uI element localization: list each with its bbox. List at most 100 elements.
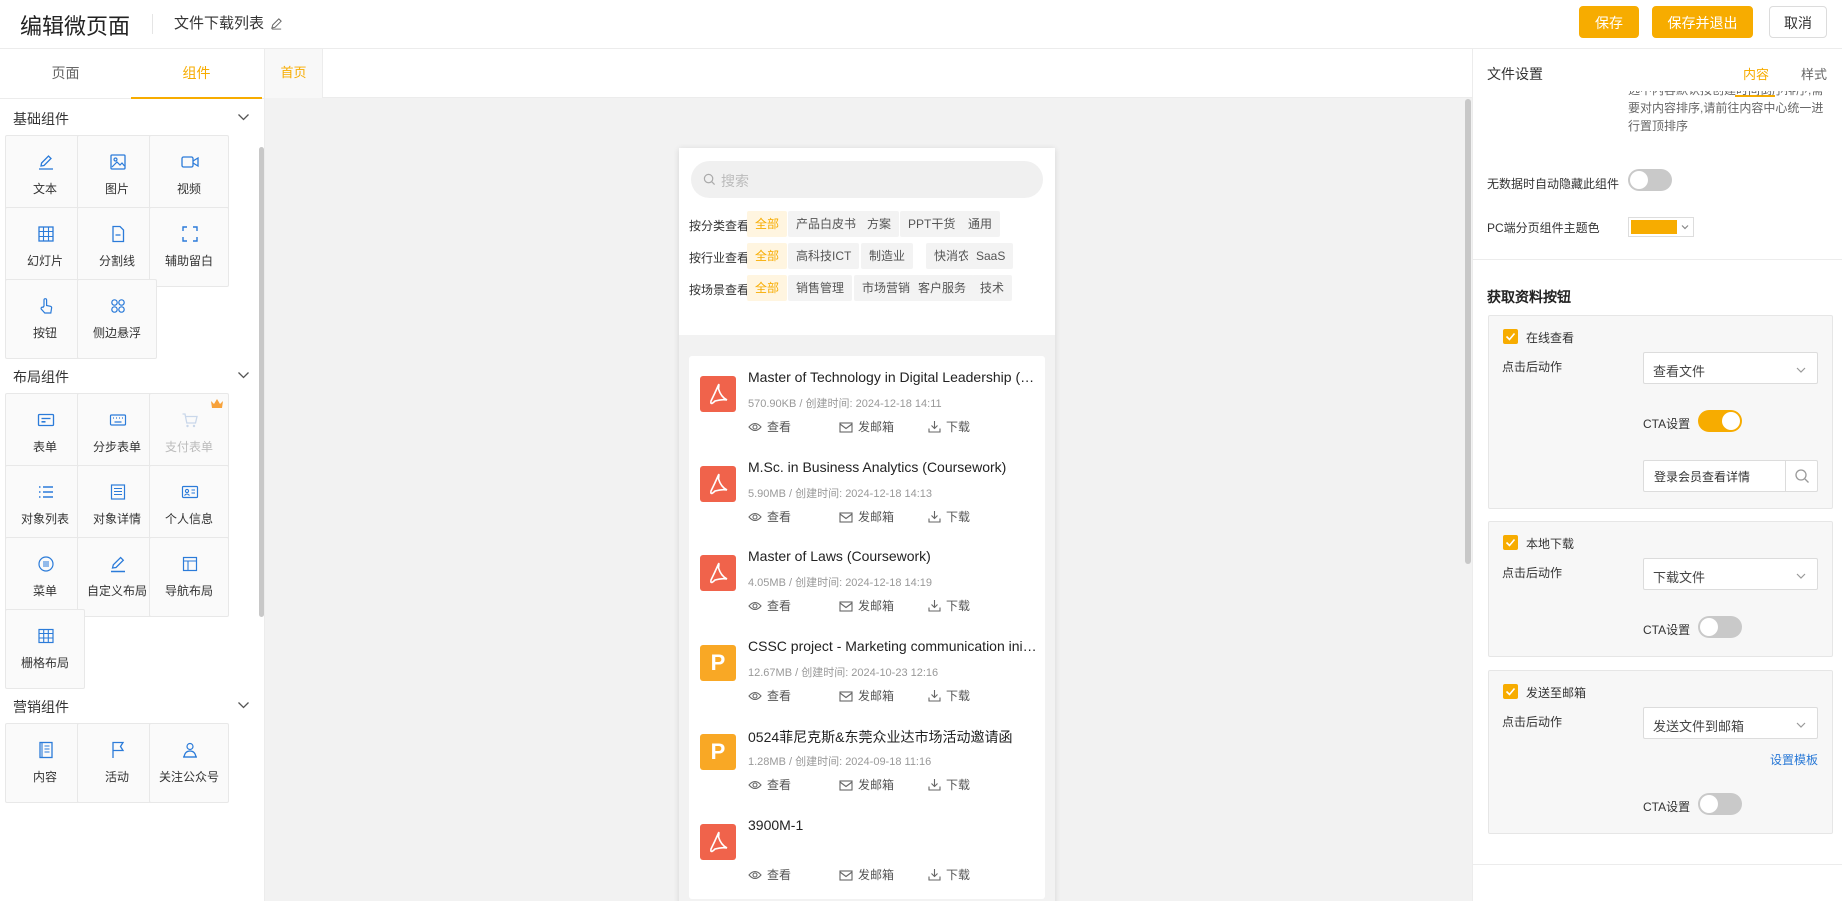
- cta-text-input[interactable]: [1643, 460, 1818, 492]
- pdf-file-icon: [700, 465, 736, 502]
- email-action[interactable]: 发邮箱: [839, 866, 894, 883]
- download-action[interactable]: 下载: [928, 776, 970, 793]
- component-tile[interactable]: 内容: [5, 723, 85, 803]
- view-action[interactable]: 查看: [748, 418, 791, 435]
- tab-home[interactable]: 首页: [265, 49, 323, 98]
- filter-chip[interactable]: 市场营销: [854, 275, 919, 301]
- file-card[interactable]: Master of Laws (Coursework) 4.05MB / 创建时间…: [689, 535, 1045, 630]
- online-view-action-select[interactable]: 查看文件: [1643, 352, 1818, 384]
- component-tile[interactable]: 关注公众号: [149, 723, 229, 803]
- download-action[interactable]: 下载: [928, 597, 970, 614]
- component-tile[interactable]: 支付表单: [149, 393, 229, 473]
- component-tile[interactable]: 辅助留白: [149, 207, 229, 287]
- view-action[interactable]: 查看: [748, 776, 791, 793]
- view-action[interactable]: 查看: [748, 597, 791, 614]
- download-action[interactable]: 下载: [928, 508, 970, 525]
- download-action[interactable]: 下载: [928, 418, 970, 435]
- filter-chip[interactable]: 产品白皮书: [788, 211, 865, 237]
- search-bar[interactable]: 搜索: [691, 161, 1043, 198]
- local-download-action-select[interactable]: 下载文件: [1643, 558, 1818, 590]
- email-action[interactable]: 发邮箱: [839, 418, 894, 435]
- component-tile[interactable]: 分割线: [77, 207, 157, 287]
- file-card[interactable]: Master of Technology in Digital Leadersh…: [689, 356, 1045, 451]
- component-tile[interactable]: 自定义布局: [77, 537, 157, 617]
- canvas-scrollbar[interactable]: [1465, 99, 1471, 564]
- view-action[interactable]: 查看: [748, 687, 791, 704]
- component-tile[interactable]: 菜单: [5, 537, 85, 617]
- component-tile[interactable]: 栅格布局: [5, 609, 85, 689]
- component-tile[interactable]: 侧边悬浮: [77, 279, 157, 359]
- filter-chip[interactable]: 销售管理: [788, 275, 853, 301]
- send-email-action-select[interactable]: 发送文件到邮箱: [1643, 707, 1818, 739]
- component-tile[interactable]: 活动: [77, 723, 157, 803]
- tab-content[interactable]: 内容: [1743, 64, 1769, 83]
- component-tile[interactable]: 对象详情: [77, 465, 157, 545]
- online-view-cta-toggle[interactable]: [1698, 410, 1742, 432]
- save-exit-button[interactable]: 保存并退出: [1652, 6, 1753, 38]
- local-download-cta-toggle[interactable]: [1698, 616, 1742, 638]
- file-title[interactable]: Master of Technology in Digital Leadersh…: [748, 369, 1038, 385]
- cancel-button[interactable]: 取消: [1769, 6, 1827, 38]
- component-tile[interactable]: 分步表单: [77, 393, 157, 473]
- component-tile[interactable]: 图片: [77, 135, 157, 215]
- group-header[interactable]: 营销组件: [0, 687, 258, 723]
- edit-name-icon[interactable]: [270, 17, 283, 34]
- search-placeholder: 搜索: [721, 173, 749, 189]
- component-tile[interactable]: 导航布局: [149, 537, 229, 617]
- filter-chip[interactable]: 通用: [960, 211, 1001, 237]
- file-title[interactable]: M.Sc. in Business Analytics (Coursework): [748, 459, 1038, 475]
- filter-chip[interactable]: 客户服务: [910, 275, 975, 301]
- filter-chip[interactable]: PPT干货: [900, 211, 964, 237]
- online-view-checkbox[interactable]: [1503, 329, 1518, 344]
- group-header[interactable]: 基础组件: [0, 99, 258, 135]
- view-action[interactable]: 查看: [748, 508, 791, 525]
- send-email-checkbox[interactable]: [1503, 684, 1518, 699]
- file-card[interactable]: M.Sc. in Business Analytics (Coursework)…: [689, 445, 1045, 541]
- cta-text-field[interactable]: [1644, 461, 1784, 491]
- email-action[interactable]: 发邮箱: [839, 597, 894, 614]
- file-card[interactable]: P CSSC project - Marketing communication …: [689, 624, 1045, 720]
- group-header[interactable]: 布局组件: [0, 357, 258, 393]
- filter-chip[interactable]: 高科技ICT: [788, 243, 860, 269]
- component-tile[interactable]: 视频: [149, 135, 229, 215]
- component-tile[interactable]: 文本: [5, 135, 85, 215]
- file-title[interactable]: 3900M-1: [748, 817, 1038, 833]
- email-action[interactable]: 发邮箱: [839, 687, 894, 704]
- download-action[interactable]: 下载: [928, 687, 970, 704]
- file-card[interactable]: P 0524菲尼克斯&东莞众业达市场活动邀请函 1.28MB / 创建时间: 202…: [689, 714, 1045, 809]
- auto-hide-toggle[interactable]: [1628, 169, 1672, 191]
- component-tile[interactable]: 按钮: [5, 279, 85, 359]
- download-icon: [928, 510, 946, 524]
- send-email-cta-toggle[interactable]: [1698, 793, 1742, 815]
- download-action[interactable]: 下载: [928, 866, 970, 883]
- email-action[interactable]: 发邮箱: [839, 776, 894, 793]
- component-tile[interactable]: 表单: [5, 393, 85, 473]
- filter-chip[interactable]: 技术: [972, 275, 1013, 301]
- view-action[interactable]: 查看: [748, 866, 791, 883]
- component-tile[interactable]: 幻灯片: [5, 207, 85, 287]
- filter-chip[interactable]: 全部: [747, 243, 788, 269]
- file-card[interactable]: 3900M-1 查看 发邮箱 下载: [689, 803, 1045, 899]
- file-title[interactable]: 0524菲尼克斯&东莞众业达市场活动邀请函: [748, 727, 1038, 747]
- component-tile[interactable]: 个人信息: [149, 465, 229, 545]
- left-scrollbar[interactable]: [259, 147, 264, 617]
- tab-pages[interactable]: 页面: [0, 49, 131, 99]
- email-action[interactable]: 发邮箱: [839, 508, 894, 525]
- tab-style[interactable]: 样式: [1801, 64, 1827, 83]
- filter-chip[interactable]: SaaS: [968, 243, 1014, 269]
- filter-chip[interactable]: 全部: [747, 211, 788, 237]
- local-download-checkbox[interactable]: [1503, 535, 1518, 550]
- theme-color-picker[interactable]: [1628, 217, 1694, 237]
- filter-chip[interactable]: 制造业: [861, 243, 914, 269]
- file-title[interactable]: Master of Laws (Coursework): [748, 548, 1038, 564]
- cta-search-button[interactable]: [1785, 461, 1817, 491]
- set-template-link[interactable]: 设置模板: [1770, 751, 1818, 768]
- component-tile[interactable]: 对象列表: [5, 465, 85, 545]
- filter-chip[interactable]: 方案: [859, 211, 900, 237]
- tab-components[interactable]: 组件: [131, 49, 262, 99]
- save-button[interactable]: 保存: [1579, 6, 1639, 38]
- app-title: 编辑微页面: [20, 14, 131, 39]
- page-name[interactable]: 文件下载列表: [174, 12, 283, 34]
- file-title[interactable]: CSSC project - Marketing communication i…: [748, 638, 1038, 654]
- filter-chip[interactable]: 全部: [747, 275, 788, 301]
